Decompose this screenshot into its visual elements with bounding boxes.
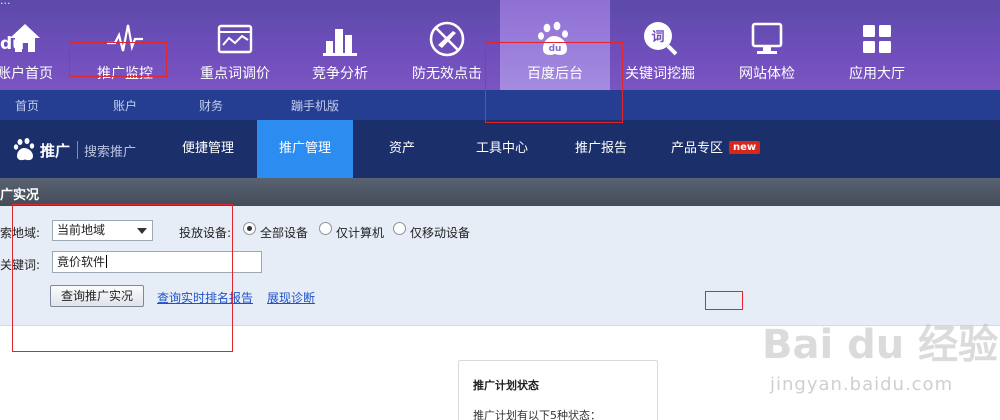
- tab-promo-manage[interactable]: 推广管理: [257, 120, 353, 178]
- app-root: ... 账户首页 推广监控 重点词调价 竞争分析 防无效点击 du 百度后台 词…: [0, 0, 1000, 420]
- annotation-box-small: [705, 291, 743, 310]
- tool-site-check[interactable]: 网站体检: [712, 0, 822, 90]
- baidu-jingyan-watermark: Bai du 经验 jingyan.baidu.com: [762, 312, 998, 412]
- tool-label: 账户首页: [0, 66, 53, 82]
- tab-product-zone[interactable]: 产品专区: [657, 120, 737, 178]
- new-badge: new: [729, 141, 761, 154]
- product-nav: du 推广 搜索推广 便捷管理 推广管理 资产 工具中心 推广报告 产品专区: [0, 34, 1000, 178]
- subnav-mobile[interactable]: 蹦手机版: [291, 97, 339, 114]
- annotation-box-form: [12, 204, 233, 352]
- radio-all-devices-label: 全部设备: [260, 226, 309, 240]
- radio-all-devices[interactable]: [243, 222, 256, 235]
- tool-label: 竞争分析: [312, 66, 368, 82]
- section-header: 广实况: [0, 178, 1000, 206]
- tool-label: 网站体检: [739, 66, 795, 82]
- tool-competitor[interactable]: 竞争分析: [285, 0, 395, 90]
- monitor-icon: [751, 22, 783, 54]
- tab-promo-report[interactable]: 推广报告: [561, 120, 641, 178]
- word-magnifier-icon: 词: [644, 22, 678, 56]
- logo-du-text: du: [0, 34, 25, 54]
- tab-quick-manage[interactable]: 便捷管理: [168, 120, 248, 178]
- baidu-logo-icon: [13, 138, 35, 161]
- tool-label: 应用大厅: [849, 66, 905, 82]
- grid-icon: [863, 25, 891, 53]
- tool-app-hall[interactable]: 应用大厅: [822, 0, 932, 90]
- subnav-finance[interactable]: 财务: [199, 97, 223, 114]
- radio-computer-only[interactable]: [319, 222, 332, 235]
- radio-computer-only-label: 仅计算机: [336, 226, 385, 240]
- subnav-home[interactable]: 首页: [15, 97, 39, 114]
- watermark-url: jingyan.baidu.com: [770, 374, 954, 395]
- plan-status-body: 推广计划有以下5种状态：: [473, 409, 601, 420]
- annotation-box-monitor: [69, 42, 167, 77]
- no-plane-icon: [429, 21, 465, 57]
- radio-mobile-only-label: 仅移动设备: [410, 226, 471, 240]
- plan-status-card: 推广计划状态 推广计划有以下5种状态：: [458, 360, 658, 420]
- plan-status-title: 推广计划状态: [473, 379, 539, 392]
- radio-mobile-only[interactable]: [393, 222, 406, 235]
- section-title: 广实况: [0, 188, 40, 203]
- annotation-box-backend: [485, 42, 623, 123]
- bar-chart-icon: [323, 29, 357, 56]
- svg-text:词: 词: [651, 30, 664, 45]
- tab-assets[interactable]: 资产: [372, 120, 432, 178]
- chart-window-icon: [217, 24, 253, 54]
- tool-label: 重点词调价: [200, 66, 270, 82]
- tab-tool-center[interactable]: 工具中心: [462, 120, 542, 178]
- tool-keyword-bid[interactable]: 重点词调价: [180, 0, 290, 90]
- display-diagnosis-link[interactable]: 展现诊断: [267, 289, 315, 306]
- logo-separator: [77, 141, 78, 159]
- logo-brand: 推广: [40, 142, 71, 160]
- subnav-account[interactable]: 账户: [113, 97, 137, 114]
- logo-subtitle: 搜索推广: [84, 145, 137, 160]
- watermark-brand: Bai du 经验: [762, 322, 999, 368]
